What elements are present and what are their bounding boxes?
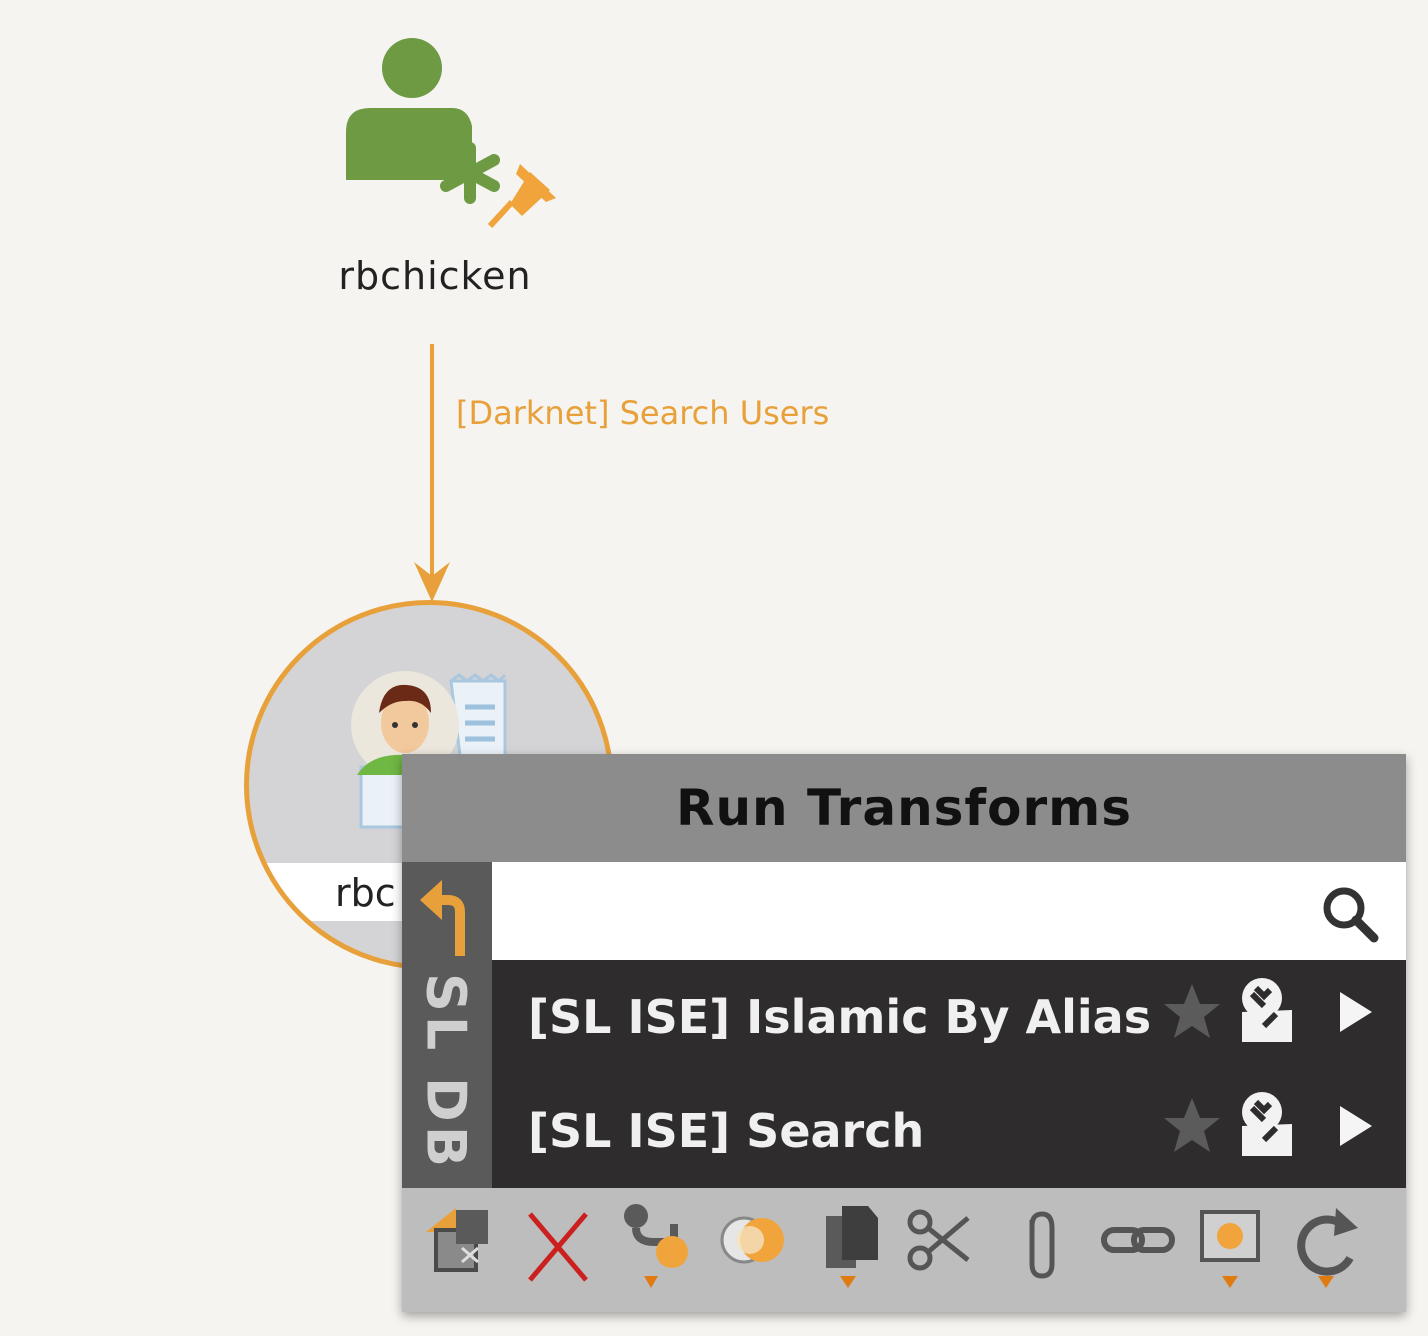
toggle-icon[interactable]: [712, 1202, 792, 1298]
cut-icon[interactable]: [902, 1202, 982, 1298]
list-item[interactable]: [SL ISE] Search: [492, 1074, 1406, 1188]
favorite-star-icon[interactable]: [1162, 982, 1222, 1042]
search-input[interactable]: [502, 872, 1306, 952]
link-icon[interactable]: [1098, 1202, 1178, 1298]
list-item[interactable]: [SL ISE] Islamic By Alias: [492, 960, 1406, 1074]
merge-icon[interactable]: [614, 1202, 694, 1298]
hub-label: SL DB: [414, 972, 478, 1172]
copy-icon[interactable]: [812, 1202, 892, 1298]
transform-label: [SL ISE] Search: [528, 1104, 925, 1158]
back-arrow-icon[interactable]: [416, 870, 478, 960]
user-entity-pinned-icon: [346, 38, 556, 229]
run-transforms-popup: Run Transforms SL DB [SL ISE] Islamic By…: [402, 754, 1406, 1312]
popup-toolbar: [402, 1188, 1406, 1312]
attach-icon[interactable]: [1002, 1202, 1082, 1298]
run-play-icon[interactable]: [1336, 1104, 1376, 1148]
search-box[interactable]: [492, 862, 1406, 960]
popup-title: Run Transforms: [675, 779, 1133, 837]
transform-settings-icon[interactable]: [1234, 976, 1304, 1046]
delete-icon[interactable]: [520, 1202, 600, 1298]
transform-list: [SL ISE] Islamic By Alias [SL ISE] Searc…: [492, 960, 1406, 1188]
entity-node-rbchicken[interactable]: rbchicken: [330, 20, 570, 298]
change-type-icon[interactable]: [422, 1202, 502, 1298]
node-label: rbchicken: [338, 254, 532, 298]
popup-header: Run Transforms: [402, 754, 1406, 862]
transform-label: [SL ISE] Islamic By Alias: [528, 990, 1152, 1044]
transform-hub-strip: SL DB: [402, 862, 492, 1188]
node-label: rbc: [335, 871, 396, 915]
refresh-icon[interactable]: [1288, 1202, 1368, 1298]
graph-canvas[interactable]: rbchicken [Darknet] Search Users rbc Run…: [0, 0, 1428, 1336]
run-play-icon[interactable]: [1336, 990, 1376, 1034]
search-icon[interactable]: [1318, 884, 1388, 944]
select-icon[interactable]: [1192, 1202, 1272, 1298]
favorite-star-icon[interactable]: [1162, 1096, 1222, 1156]
edge-arrow[interactable]: [400, 340, 480, 610]
transform-settings-icon[interactable]: [1234, 1090, 1304, 1160]
edge-label: [Darknet] Search Users: [456, 394, 830, 432]
